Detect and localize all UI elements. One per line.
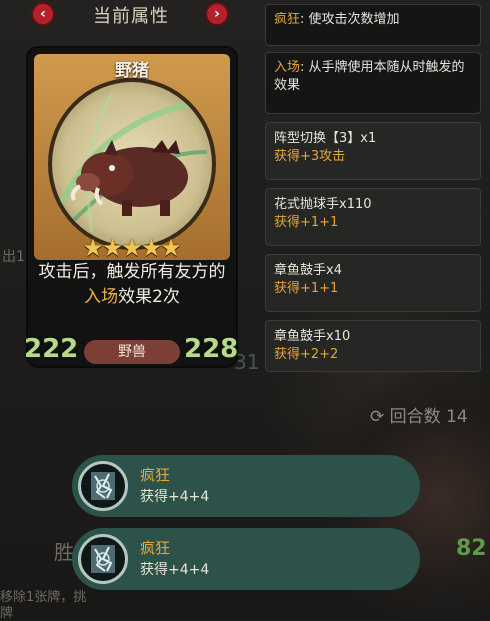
tribe-tag: 野兽 — [84, 340, 180, 364]
list-item: 阵型切换【3】x1 获得+3攻击 — [265, 122, 481, 180]
star-rating: ★★★★★ — [28, 234, 236, 262]
list-item: 章鱼鼓手x10 获得+2+2 — [265, 320, 481, 372]
bonus-source: 花式抛球手x110 — [274, 197, 372, 212]
list-item: 花式抛球手x110 获得+1+1 — [265, 188, 481, 246]
chevron-left-icon: ‹ — [40, 6, 46, 22]
buff-name: 疯狂 — [140, 466, 171, 484]
keyword-tooltip-enter: 入场: 从手牌使用本随从时触发的效果 — [265, 52, 481, 114]
bonus-source: 章鱼鼓手x4 — [274, 263, 342, 278]
keyword-text: : 使攻击次数增加 — [300, 12, 400, 27]
bonus-gain: 获得+2+2 — [274, 347, 339, 362]
unit-card[interactable]: 野猪 ★★★★★ 攻击后，触发所有友方的入场效果2次 222 野兽 228 — [24, 48, 239, 366]
keyword-text: : 从手牌使用本随从时触发的效果 — [274, 60, 465, 93]
enemy-stat: 82 — [456, 536, 487, 561]
refresh-icon: ⟳ — [370, 407, 385, 427]
keyword-name: 疯狂 — [274, 12, 301, 27]
background-win-text: 胜 — [54, 540, 74, 564]
card-description: 攻击后，触发所有友方的入场效果2次 — [36, 260, 228, 328]
desc-text-after: 效果2次 — [118, 287, 180, 307]
next-button[interactable]: › — [205, 2, 229, 26]
attribute-panel: 疯狂: 使攻击次数增加 入场: 从手牌使用本随从时触发的效果 阵型切换【3】x1… — [262, 0, 490, 372]
round-counter: ⟳ 回合数 14 — [370, 402, 468, 427]
list-item: 章鱼鼓手x4 获得+1+1 — [265, 254, 481, 312]
attribute-header: ‹ 当前属性 › — [0, 0, 262, 28]
frenzy-icon — [78, 534, 128, 584]
page-title: 当前属性 — [93, 6, 169, 27]
buff-value: 获得+4+4 — [140, 562, 210, 578]
round-label: 回合数 — [389, 407, 441, 427]
star-icon: ★ — [121, 234, 143, 262]
desc-keyword: 入场 — [84, 287, 119, 307]
star-icon: ★ — [82, 234, 104, 262]
frenzy-icon — [78, 461, 128, 511]
bonus-source: 章鱼鼓手x10 — [274, 329, 351, 344]
card-name: 野猪 — [115, 61, 149, 81]
keyword-name: 入场 — [274, 60, 301, 75]
bonus-gain: 获得+3攻击 — [274, 149, 346, 164]
background-remove-text-2: 牌 — [0, 606, 14, 621]
background-side-text: 出1 — [2, 249, 25, 265]
health-stat: 228 — [184, 334, 239, 364]
boar-portrait — [48, 78, 216, 250]
desc-text-before: 攻击后，触发所有友方的 — [38, 262, 226, 282]
buff-item[interactable]: 疯狂 获得+4+4 — [72, 528, 420, 590]
attack-stat: 222 — [24, 334, 79, 364]
chevron-right-icon: › — [214, 6, 220, 22]
buff-value: 获得+4+4 — [140, 489, 210, 505]
star-icon: ★ — [101, 234, 124, 262]
prev-button[interactable]: ‹ — [31, 2, 55, 26]
bonus-gain: 获得+1+1 — [274, 281, 339, 296]
bonus-gain: 获得+1+1 — [274, 215, 339, 230]
buff-name: 疯狂 — [140, 539, 171, 557]
star-icon: ★ — [160, 234, 182, 262]
keyword-tooltip-frenzy: 疯狂: 使攻击次数增加 — [265, 4, 481, 46]
bonus-source: 阵型切换【3】x1 — [274, 131, 377, 146]
buff-item[interactable]: 疯狂 获得+4+4 — [72, 455, 420, 517]
round-value: 14 — [446, 407, 468, 427]
